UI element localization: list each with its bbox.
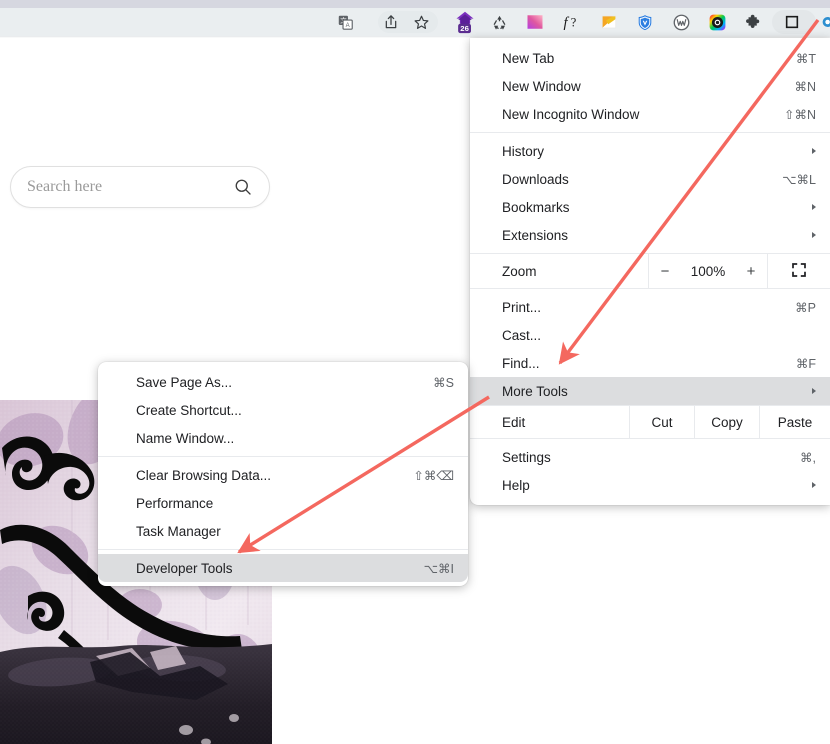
menu-item-label: More Tools: [502, 383, 568, 399]
menu-item-new-incognito-window[interactable]: New Incognito Window ⇧⌘N: [470, 100, 830, 128]
chrome-main-menu: New Tab ⌘T New Window ⌘N New Incognito W…: [470, 38, 830, 505]
zoom-in-button[interactable]: +: [735, 263, 767, 280]
svg-text:f: f: [563, 15, 569, 31]
menu-item-label: Bookmarks: [502, 199, 570, 215]
gradient-square-icon[interactable]: [520, 8, 550, 36]
menu-item-history[interactable]: History: [470, 137, 830, 165]
menu-item-accelerator: ⌘T: [795, 51, 816, 66]
chevron-right-icon: [812, 482, 816, 488]
submenu-item-save-page-as[interactable]: Save Page As... ⌘S: [98, 368, 468, 396]
menu-separator: [470, 132, 830, 133]
menu-item-accelerator: ⌘S: [433, 375, 454, 390]
menu-separator: [98, 549, 468, 550]
submenu-item-developer-tools[interactable]: Developer Tools ⌥⌘I: [98, 554, 468, 582]
menu-item-find[interactable]: Find... ⌘F: [470, 349, 830, 377]
menu-item-label: Clear Browsing Data...: [136, 467, 272, 483]
menu-item-label: New Tab: [502, 50, 555, 66]
menu-edit-row: Edit Cut Copy Paste: [470, 405, 830, 439]
menu-item-new-window[interactable]: New Window ⌘N: [470, 72, 830, 100]
browser-window: 文 A 26: [0, 0, 830, 744]
menu-item-help[interactable]: Help: [470, 471, 830, 499]
edit-label: Edit: [502, 414, 526, 430]
zoom-controls: − 100% +: [648, 254, 767, 288]
menu-item-label: Extensions: [502, 227, 569, 243]
svg-text:A: A: [345, 23, 349, 29]
fullscreen-icon: [791, 262, 807, 281]
zoom-label: Zoom: [502, 263, 537, 279]
menu-item-accelerator: ⌥⌘I: [423, 561, 454, 576]
bookmark-star-icon[interactable]: [406, 8, 436, 36]
menu-item-label: Name Window...: [136, 430, 235, 446]
menu-item-more-tools[interactable]: More Tools: [470, 377, 830, 405]
infinity-icon[interactable]: [817, 8, 830, 36]
menu-item-label: Performance: [136, 495, 214, 511]
zoom-out-button[interactable]: −: [649, 263, 681, 280]
svg-text:26: 26: [460, 24, 469, 33]
translate-icon[interactable]: 文 A: [330, 8, 360, 36]
menu-item-accelerator: ⌘P: [795, 300, 816, 315]
puzzle-piece-icon[interactable]: [739, 8, 769, 36]
submenu-item-performance[interactable]: Performance: [98, 489, 468, 517]
window-title-strip: [0, 0, 830, 8]
menu-item-label: Settings: [502, 449, 551, 465]
menu-item-label: Create Shortcut...: [136, 402, 242, 418]
rainbow-camera-icon[interactable]: [702, 8, 732, 36]
menu-item-label: Find...: [502, 355, 540, 371]
menu-item-extensions[interactable]: Extensions: [470, 221, 830, 249]
share-icon[interactable]: [376, 8, 406, 36]
menu-item-accelerator: ⌘N: [794, 79, 816, 94]
fullscreen-button[interactable]: [767, 254, 830, 288]
menu-zoom-row: Zoom − 100% +: [470, 253, 830, 289]
more-tools-submenu: Save Page As... ⌘S Create Shortcut... Na…: [98, 362, 468, 586]
menu-item-label: Developer Tools: [136, 560, 233, 576]
svg-text:?: ?: [571, 15, 577, 29]
menu-item-label: Downloads: [502, 171, 569, 187]
w-circle-icon[interactable]: [666, 8, 696, 36]
menu-item-label: Print...: [502, 299, 542, 315]
search-icon[interactable]: [233, 177, 253, 197]
extension-purple-arrow-icon[interactable]: 26: [450, 8, 480, 36]
menu-item-bookmarks[interactable]: Bookmarks: [470, 193, 830, 221]
search-input[interactable]: [27, 178, 233, 196]
f-question-icon[interactable]: f ?: [558, 8, 588, 36]
menu-item-label: Task Manager: [136, 523, 221, 539]
menu-item-downloads[interactable]: Downloads ⌥⌘L: [470, 165, 830, 193]
menu-item-accelerator: ⌘,: [800, 450, 816, 465]
submenu-item-name-window[interactable]: Name Window...: [98, 424, 468, 452]
cut-button[interactable]: Cut: [629, 406, 694, 438]
paste-button[interactable]: Paste: [759, 406, 830, 438]
menu-item-cast[interactable]: Cast...: [470, 321, 830, 349]
chevron-right-icon: [812, 148, 816, 154]
menu-item-accelerator: ⇧⌘N: [783, 107, 816, 122]
menu-item-accelerator: ⌥⌘L: [782, 172, 816, 187]
menu-item-new-tab[interactable]: New Tab ⌘T: [470, 44, 830, 72]
orange-flag-icon[interactable]: [594, 8, 624, 36]
chevron-right-icon: [812, 388, 816, 394]
menu-item-label: History: [502, 143, 545, 159]
search-box[interactable]: [10, 166, 270, 208]
submenu-item-clear-browsing-data[interactable]: Clear Browsing Data... ⇧⌘⌫: [98, 461, 468, 489]
toolbar-icon-strip: 文 A 26: [330, 8, 830, 36]
chevron-right-icon: [812, 204, 816, 210]
menu-item-label: New Window: [502, 78, 581, 94]
menu-item-accelerator: ⇧⌘⌫: [413, 468, 454, 483]
copy-button[interactable]: Copy: [694, 406, 759, 438]
square-outline-icon[interactable]: [777, 8, 807, 36]
chevron-right-icon: [812, 232, 816, 238]
menu-item-label: New Incognito Window: [502, 106, 640, 122]
menu-separator: [98, 456, 468, 457]
menu-item-accelerator: ⌘F: [795, 356, 816, 371]
menu-item-label: Save Page As...: [136, 374, 233, 390]
recycle-icon[interactable]: [484, 8, 514, 36]
menu-item-settings[interactable]: Settings ⌘,: [470, 443, 830, 471]
shield-vpn-icon[interactable]: [630, 8, 660, 36]
zoom-level-value: 100%: [690, 263, 726, 279]
submenu-item-create-shortcut[interactable]: Create Shortcut...: [98, 396, 468, 424]
submenu-item-task-manager[interactable]: Task Manager: [98, 517, 468, 545]
menu-item-label: Help: [502, 477, 530, 493]
menu-item-label: Cast...: [502, 327, 542, 343]
menu-item-print[interactable]: Print... ⌘P: [470, 293, 830, 321]
